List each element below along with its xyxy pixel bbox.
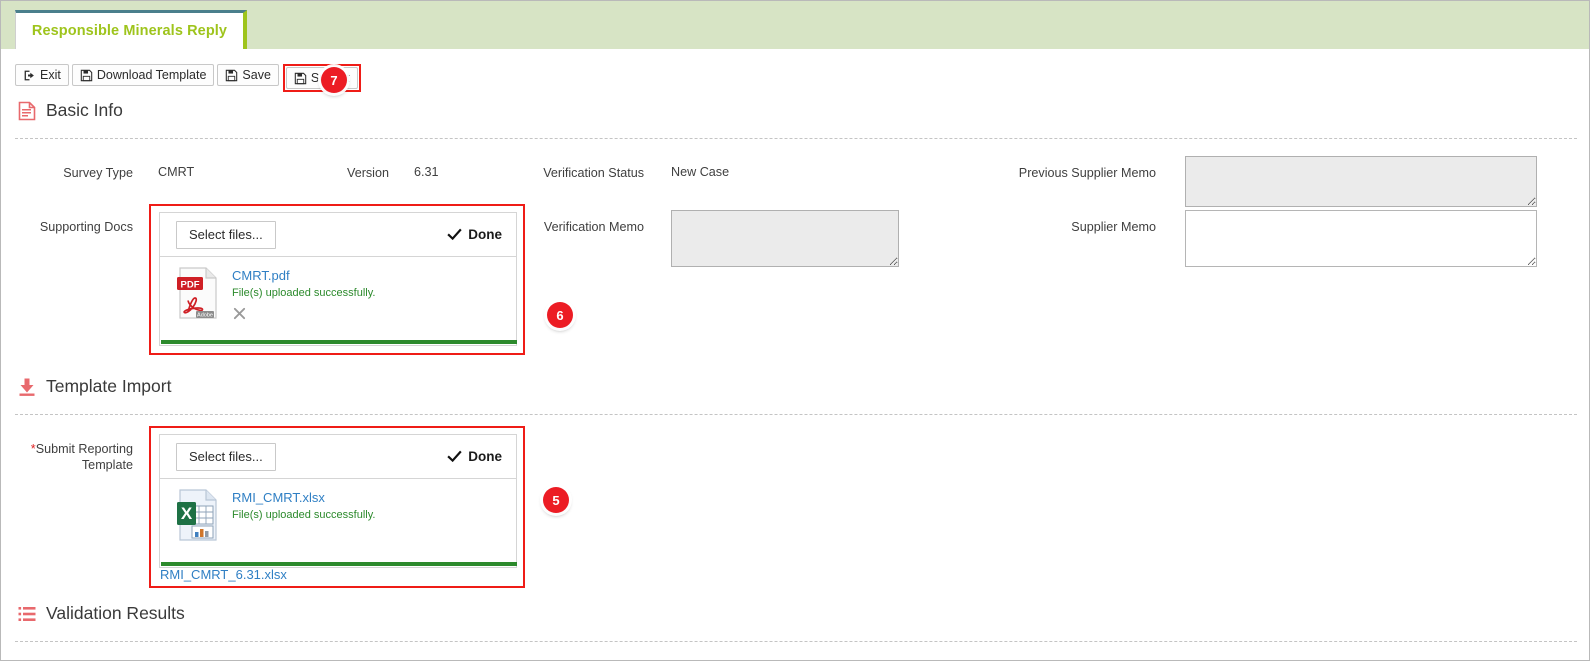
select-files-button[interactable]: Select files... — [176, 442, 276, 471]
upload-done-status: Done — [447, 449, 502, 464]
uploader-toolbar: Select files... Done — [160, 435, 516, 479]
annotation-badge-6: 6 — [547, 302, 573, 328]
file-meta: CMRT.pdf File(s) uploaded successfully. — [232, 266, 375, 321]
remove-file-icon[interactable] — [232, 306, 247, 321]
save-button[interactable]: Save — [217, 64, 279, 86]
done-label: Done — [468, 227, 502, 242]
download-template-button[interactable]: Download Template — [71, 64, 215, 86]
save-disk-icon — [294, 72, 307, 85]
upload-status-text: File(s) uploaded successfully. — [232, 287, 376, 299]
label-verification-status: Verification Status — [543, 166, 644, 180]
section-validation-results: Validation Results — [17, 603, 185, 624]
svg-text:X: X — [181, 504, 193, 523]
download-icon — [17, 377, 37, 397]
svg-text:Adobe: Adobe — [197, 313, 213, 319]
annotation-badge-5: 5 — [543, 487, 569, 513]
label-previous-supplier-memo: Previous Supplier Memo — [1018, 166, 1156, 180]
uploaded-file-item: X RMI_CMRT.xlsx File(s) uploaded success… — [160, 479, 516, 542]
excel-file-icon: X — [174, 488, 222, 542]
label-submit-reporting-template: *Submit Reporting Template — [1, 441, 133, 473]
section-title: Basic Info — [46, 100, 123, 120]
check-icon — [447, 227, 462, 242]
save-disk-icon — [80, 69, 93, 82]
page-root: Responsible Minerals Reply Exit Download… — [0, 0, 1590, 661]
supplier-memo-textarea[interactable] — [1185, 210, 1537, 267]
verification-memo-textarea[interactable] — [671, 210, 899, 267]
submit-reporting-template-uploader: Select files... Done X RMI_CMRT.xlsx Fil… — [159, 434, 517, 568]
upload-progress-bar — [161, 562, 517, 566]
section-template-import: Template Import — [17, 376, 171, 397]
done-label: Done — [468, 449, 502, 464]
save-label: Save — [242, 68, 271, 82]
divider-template-import — [15, 414, 1577, 415]
file-meta: RMI_CMRT.xlsx File(s) uploaded successfu… — [232, 488, 375, 542]
download-template-label: Download Template — [96, 68, 207, 82]
toolbar: Exit Download Template Save — [15, 64, 361, 92]
upload-status-text: File(s) uploaded successfully. — [232, 509, 376, 521]
value-version: 6.31 — [414, 165, 439, 179]
exit-button[interactable]: Exit — [15, 64, 69, 86]
previous-supplier-memo-textarea[interactable] — [1185, 156, 1537, 207]
select-files-button[interactable]: Select files... — [176, 220, 276, 249]
value-survey-type: CMRT — [158, 165, 195, 179]
tab-label: Responsible Minerals Reply — [31, 23, 228, 39]
section-title: Template Import — [46, 376, 172, 396]
section-basic-info: Basic Info — [17, 100, 123, 121]
list-icon — [17, 604, 37, 624]
label-version: Version — [346, 166, 389, 180]
label-supporting-docs: Supporting Docs — [39, 220, 133, 234]
label-supplier-memo: Supplier Memo — [1071, 220, 1156, 234]
divider-validation-results — [15, 641, 1577, 642]
template-file-link[interactable]: RMI_CMRT_6.31.xlsx — [160, 567, 287, 582]
uploader-toolbar: Select files... Done — [160, 213, 516, 257]
upload-progress-bar — [161, 340, 517, 344]
label-text: Submit Reporting Template — [35, 442, 133, 472]
exit-label: Exit — [40, 68, 61, 82]
value-verification-status: New Case — [671, 165, 730, 179]
uploaded-file-link[interactable]: CMRT.pdf — [232, 268, 375, 284]
check-icon — [447, 449, 462, 464]
document-icon — [17, 101, 37, 121]
upload-done-status: Done — [447, 227, 502, 242]
pdf-file-icon: PDF Adobe — [174, 266, 222, 320]
sign-out-icon — [23, 69, 36, 82]
section-title: Validation Results — [46, 603, 185, 623]
save-disk-icon — [225, 69, 238, 82]
uploaded-file-link[interactable]: RMI_CMRT.xlsx — [232, 490, 375, 506]
tab-responsible-minerals-reply[interactable]: Responsible Minerals Reply — [15, 10, 247, 49]
svg-text:PDF: PDF — [181, 280, 200, 291]
divider-basic-info — [15, 138, 1577, 139]
label-survey-type: Survey Type — [63, 166, 133, 180]
uploaded-file-item: PDF Adobe CMRT.pdf File(s) uploaded succ… — [160, 257, 516, 321]
supporting-docs-uploader: Select files... Done PDF Adobe CMRT.pdf … — [159, 212, 517, 346]
annotation-badge-7: 7 — [321, 67, 347, 93]
